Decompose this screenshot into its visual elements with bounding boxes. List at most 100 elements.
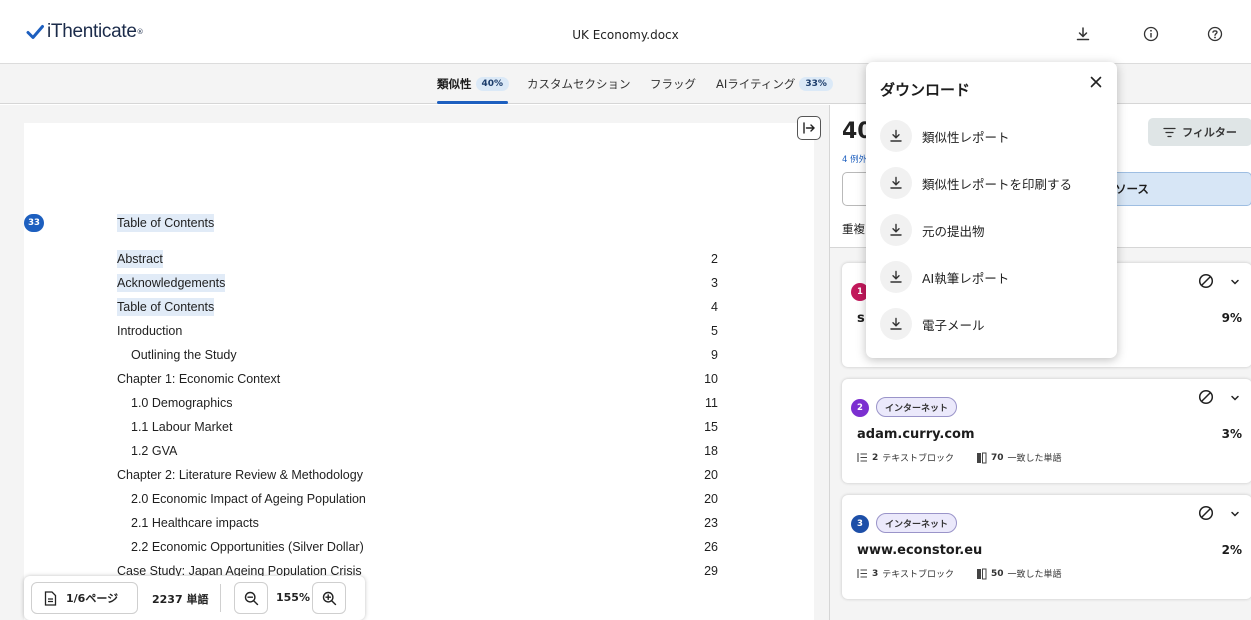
text-block-count: 2 — [872, 452, 879, 463]
tab-similarity-label: 類似性 — [437, 77, 472, 91]
download-menu-item[interactable]: AI執筆レポート — [880, 259, 1105, 295]
source-name[interactable]: www.econstor.eu — [857, 543, 982, 558]
download-menu-item[interactable]: 類似性レポートを印刷する — [880, 165, 1105, 201]
help-icon — [1207, 26, 1223, 42]
toc-entry: 1.2 GVA — [131, 444, 178, 458]
toc-entry: 2.0 Economic Impact of Ageing Population — [131, 492, 366, 506]
collapse-panel-button[interactable] — [797, 116, 821, 140]
exclude-source-icon[interactable] — [1198, 505, 1214, 521]
source-percent: 9% — [1221, 311, 1242, 325]
source-meta: 2 テキストブロック 70 一致した単語 — [857, 451, 1062, 464]
tab-similarity[interactable]: 類似性 40% — [437, 76, 510, 92]
matched-word-label: 一致した単語 — [1007, 570, 1062, 580]
download-menu-item[interactable]: 元の提出物 — [880, 212, 1105, 248]
active-tab-indicator — [437, 101, 508, 104]
similarity-badge: 40% — [475, 77, 510, 91]
tab-ai-writing-label: AIライティング — [716, 77, 796, 91]
info-icon — [1143, 26, 1159, 42]
toc-entry: Abstract — [117, 250, 163, 268]
toc-page-number: 23 — [704, 516, 718, 530]
checkmark-icon — [26, 25, 44, 39]
download-icon — [880, 308, 912, 340]
download-icon — [1076, 27, 1090, 41]
toc-page-number: 3 — [711, 276, 718, 290]
document-title: UK Economy.docx — [572, 28, 679, 42]
source-meta: 3 テキストブロック 50 一致した単語 — [857, 567, 1062, 580]
logo-text: iThenticate — [47, 21, 137, 42]
matched-word-count: 50 — [991, 568, 1004, 579]
matched-word-label: 一致した単語 — [1007, 454, 1062, 464]
matched-words-icon — [977, 568, 987, 579]
segment-sources[interactable]: ソース — [1102, 172, 1251, 206]
source-card[interactable]: 3 インターネット www.econstor.eu 2% 3 テキストブロック 50 一致した… — [842, 495, 1251, 599]
text-blocks-icon — [857, 453, 867, 462]
logo-trademark: ® — [136, 28, 144, 36]
download-menu-item[interactable]: 類似性レポート — [880, 118, 1105, 154]
page-indicator[interactable]: 1/6ページ — [31, 582, 138, 614]
help-button[interactable] — [1205, 24, 1225, 44]
download-menu-item-label: 電子メール — [922, 317, 985, 333]
zoom-in-icon — [322, 591, 336, 605]
filter-label: フィルター — [1182, 126, 1237, 139]
toc-page-number: 20 — [704, 468, 718, 482]
download-menu-item-label: 元の提出物 — [922, 223, 985, 239]
page-icon — [44, 590, 57, 606]
toc-entry: Chapter 1: Economic Context — [117, 372, 281, 386]
zoom-out-button[interactable] — [234, 582, 268, 614]
toc-page-number: 5 — [711, 324, 718, 338]
toc-page-number: 20 — [704, 492, 718, 506]
download-menu-item[interactable]: 電子メール — [880, 306, 1105, 342]
chevron-down-icon[interactable] — [1230, 393, 1240, 403]
filter-icon — [1163, 127, 1176, 137]
ai-writing-badge: 33% — [799, 77, 833, 91]
tab-custom-section-label: カスタムセクション — [527, 77, 631, 91]
download-icon — [880, 120, 912, 152]
download-icon — [880, 261, 912, 293]
filter-button[interactable]: フィルター — [1148, 118, 1251, 146]
exclude-source-icon[interactable] — [1198, 273, 1214, 289]
page-indicator-label: 1/6ページ — [66, 592, 119, 605]
word-count: 2237 単語 — [152, 593, 209, 606]
toc-entry: 2.1 Healthcare impacts — [131, 516, 259, 530]
source-percent: 3% — [1221, 427, 1242, 441]
toc-entry: 1.1 Labour Market — [131, 420, 233, 434]
zoom-in-button[interactable] — [312, 582, 346, 614]
info-button[interactable] — [1141, 24, 1161, 44]
toc-heading: Table of Contents — [117, 214, 215, 232]
ithenticate-logo[interactable]: iThenticate ® — [26, 20, 144, 44]
download-menu-title: ダウンロード — [880, 81, 971, 99]
download-button[interactable] — [1073, 24, 1093, 44]
toc-page-number: 15 — [704, 420, 718, 434]
collapse-arrow-icon — [803, 122, 815, 134]
chevron-down-icon[interactable] — [1230, 277, 1240, 287]
source-type-tag: インターネット — [876, 513, 958, 533]
source-card[interactable]: 2 インターネット adam.curry.com 3% 2 テキストブロック 70 一致した単… — [842, 379, 1251, 483]
toc-page-number: 18 — [704, 444, 718, 458]
source-name[interactable]: adam.curry.com — [857, 427, 975, 442]
tab-flags[interactable]: フラッグ — [650, 76, 696, 92]
toc-page-number: 4 — [711, 300, 718, 314]
exclusions-link[interactable]: 4 例外 — [842, 153, 867, 165]
toolbar-divider — [220, 584, 221, 612]
toc-entry: Outlining the Study — [131, 348, 237, 362]
chevron-down-icon[interactable] — [1230, 509, 1240, 519]
match-badge[interactable]: 33 — [24, 214, 44, 232]
exclude-source-icon[interactable] — [1198, 389, 1214, 405]
toc-entry: Acknowledgements — [117, 274, 226, 292]
source-percent: 2% — [1221, 543, 1242, 557]
text-blocks-icon — [857, 569, 867, 578]
close-icon[interactable] — [1088, 74, 1104, 90]
toc-entry: 2.2 Economic Opportunities (Silver Dolla… — [131, 540, 364, 554]
toc-page-number: 26 — [704, 540, 718, 554]
toc-entry: 1.0 Demographics — [131, 396, 233, 410]
tab-ai-writing[interactable]: AIライティング 33% — [716, 76, 833, 92]
text-block-count: 3 — [872, 568, 879, 579]
toc-page-number: 29 — [704, 564, 718, 578]
text-block-label: テキストブロック — [882, 570, 954, 580]
zoom-level: 155% — [276, 591, 310, 604]
duplicates-label: 重複 — [842, 222, 865, 236]
tab-custom-section[interactable]: カスタムセクション — [527, 76, 631, 92]
toc-entry: Chapter 2: Literature Review & Methodolo… — [117, 468, 363, 482]
tab-flags-label: フラッグ — [650, 77, 696, 91]
source-name[interactable]: s — [857, 311, 865, 326]
